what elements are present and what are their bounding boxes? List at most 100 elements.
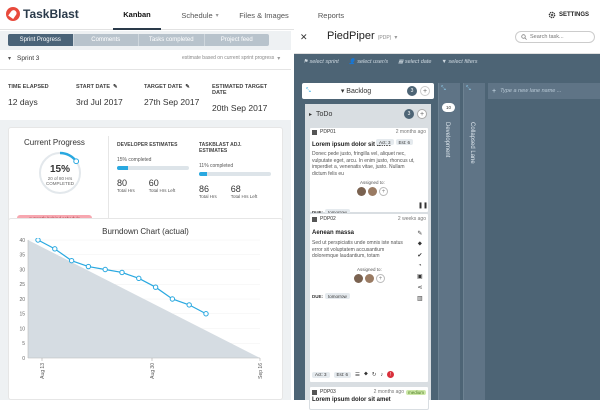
chevron-right-icon[interactable]: ▸ [309,111,312,118]
backlog-toggle[interactable]: ▾ Backlog [341,87,371,95]
estimate-left: 68 [230,184,241,194]
task-meta: PDP03 2 months ago medium [312,389,426,395]
avatar[interactable] [357,187,366,196]
expand-icon[interactable]: ⤡ [441,86,446,93]
backlog-label: Backlog [346,88,372,95]
todo-label: ToDo [316,110,333,118]
task-actions: ✎ ⬥ ✔ ◔ ▣ ⋖ ▥ [417,230,423,302]
stat-estimated-date: ESTIMATED TARGET DATE 20th Sep 2017 [212,84,280,113]
tab-sprint-progress[interactable]: Sprint Progress [8,34,74,46]
pencil-icon[interactable]: ✎ [185,84,190,90]
collapse-icon[interactable]: ⤡ [306,88,311,95]
todo-count: 3 [404,109,414,119]
data-point [169,296,176,302]
stat-label: START DATE [76,84,111,90]
search-input[interactable] [530,34,590,40]
task-due: DUE: tomorrow [312,293,350,299]
data-point [136,275,142,282]
nav-kanban[interactable]: Kanban [113,0,161,30]
task-toolbar: Act: 3 Est: 6 ☰ ⬥ ↻ ♪ ! [312,371,395,378]
data-point [102,266,108,273]
trash-icon[interactable]: ▥ [417,295,423,302]
avatar[interactable] [368,187,377,196]
share-icon[interactable]: ⋖ [417,284,422,291]
rocket-icon [6,7,20,21]
filter-sprint[interactable]: ⚑ select sprint [303,59,339,65]
estimate-completed: 11% completed [199,163,234,169]
close-icon[interactable]: ✕ [300,32,308,43]
stat-value: 27th Sep 2017 [144,97,200,107]
estimate-title: TASKBLAST ADJ. ESTIMATES [199,142,242,154]
sprint-stats: TIME ELAPSED 12 days START DATE ✎ 3rd Jul… [8,84,281,113]
sprint-label: Sprint 3 [17,55,40,62]
todo-header[interactable]: ▸ ToDo 3 + [305,109,431,119]
y-tick-label: 5 [22,341,25,347]
y-tick-label: 30 [19,267,25,273]
filter-filters[interactable]: ▼ select filters [441,59,477,65]
refresh-icon[interactable]: ↻ [372,372,377,378]
task-meta: PDP02 2 weeks ago [312,216,426,222]
clock-icon[interactable]: ◔ [418,263,422,269]
y-tick-label: 0 [22,356,25,362]
estimate-left-label: Total Hrs Left [230,194,258,199]
avatar[interactable] [365,274,374,283]
pencil-icon[interactable]: ✎ [113,84,118,90]
estimate-dropdown[interactable]: estimate based on current sprint progres… [182,55,280,62]
due-value: tomorrow [325,293,350,299]
filter-date[interactable]: ▦ select date [398,59,431,65]
add-assignee-icon[interactable]: + [379,187,388,196]
add-task-icon[interactable]: + [417,109,427,119]
sprint-select[interactable]: ▾ Sprint 3 [8,55,39,62]
check-icon[interactable]: ✔ [417,252,422,259]
estimate-left-label: Total Hrs Left [148,188,176,193]
priority-badge: medium [405,389,426,395]
app-logo[interactable]: TaskBlast [6,7,79,21]
tab-label: Tasks completed [148,37,194,43]
list-icon[interactable]: ☰ [355,372,360,378]
tab-label: Sprint Progress [19,37,61,43]
estimate-total-label: Total Hrs [117,188,135,193]
lane-count: 10 [442,103,455,112]
alert-icon[interactable]: ! [387,371,395,378]
task-description: Donec pede justo, fringilla vel, aliquet… [312,151,415,177]
nav-schedule-label: Schedule [181,10,213,20]
expand-icon[interactable]: ⤡ [466,86,471,93]
tab-project-feed[interactable]: Project feed [205,34,270,46]
nav-files[interactable]: Files & Images [235,0,293,30]
assigned-label: Assigned to: [360,180,385,185]
new-lane-input[interactable]: + Type a new lane name ... [488,83,600,99]
project-name: PiedPiper [327,30,375,42]
x-tick-label: Aug 30 [150,363,156,379]
data-point [85,263,92,270]
assignees: + [354,274,385,283]
tab-tasks-completed[interactable]: Tasks completed [139,34,205,46]
task-meta: PDP01 2 months ago [312,129,426,135]
data-point [203,311,209,317]
avatar[interactable] [354,274,363,283]
tab-comments[interactable]: Comments [74,34,139,46]
backlog-column-header[interactable]: ⤡ ▾ Backlog 3 + [302,83,434,99]
filter-users[interactable]: 👤 select user/s [349,59,388,65]
nav-schedule[interactable]: Schedule ▾ [171,0,229,30]
nav-reports-label: Reports [317,10,345,20]
add-task-icon[interactable]: + [420,86,430,96]
stat-label: TARGET DATE [144,84,183,90]
data-point [35,238,41,243]
stat-value: 20th Sep 2017 [212,103,268,113]
stat-label: TIME ELAPSED [8,84,49,90]
pencil-icon[interactable]: ✎ [417,230,422,237]
tag-icon[interactable]: ⬥ [364,371,368,378]
add-assignee-icon[interactable]: + [376,274,385,283]
lock-icon[interactable]: ▣ [417,273,423,280]
bell-icon[interactable]: ♪ [380,372,383,378]
pause-icon[interactable]: ❚❚ [418,202,428,209]
tag-icon[interactable]: ⬥ [418,241,422,248]
act-badge: Act: 3 [312,371,330,378]
estimate-total: 80 [117,178,128,188]
est-badge: Est: 6 [333,371,352,378]
act-badge: Act: 3 [376,139,394,145]
stat-value: 12 days [8,97,38,107]
search-box[interactable] [515,31,595,43]
project-select[interactable]: PiedPiper (PDP) ▾ [327,30,397,42]
burndown-chart: 0 5 10 15 20 25 30 35 40 Aug 13 Aug 30 Sep 16 [19,238,264,379]
